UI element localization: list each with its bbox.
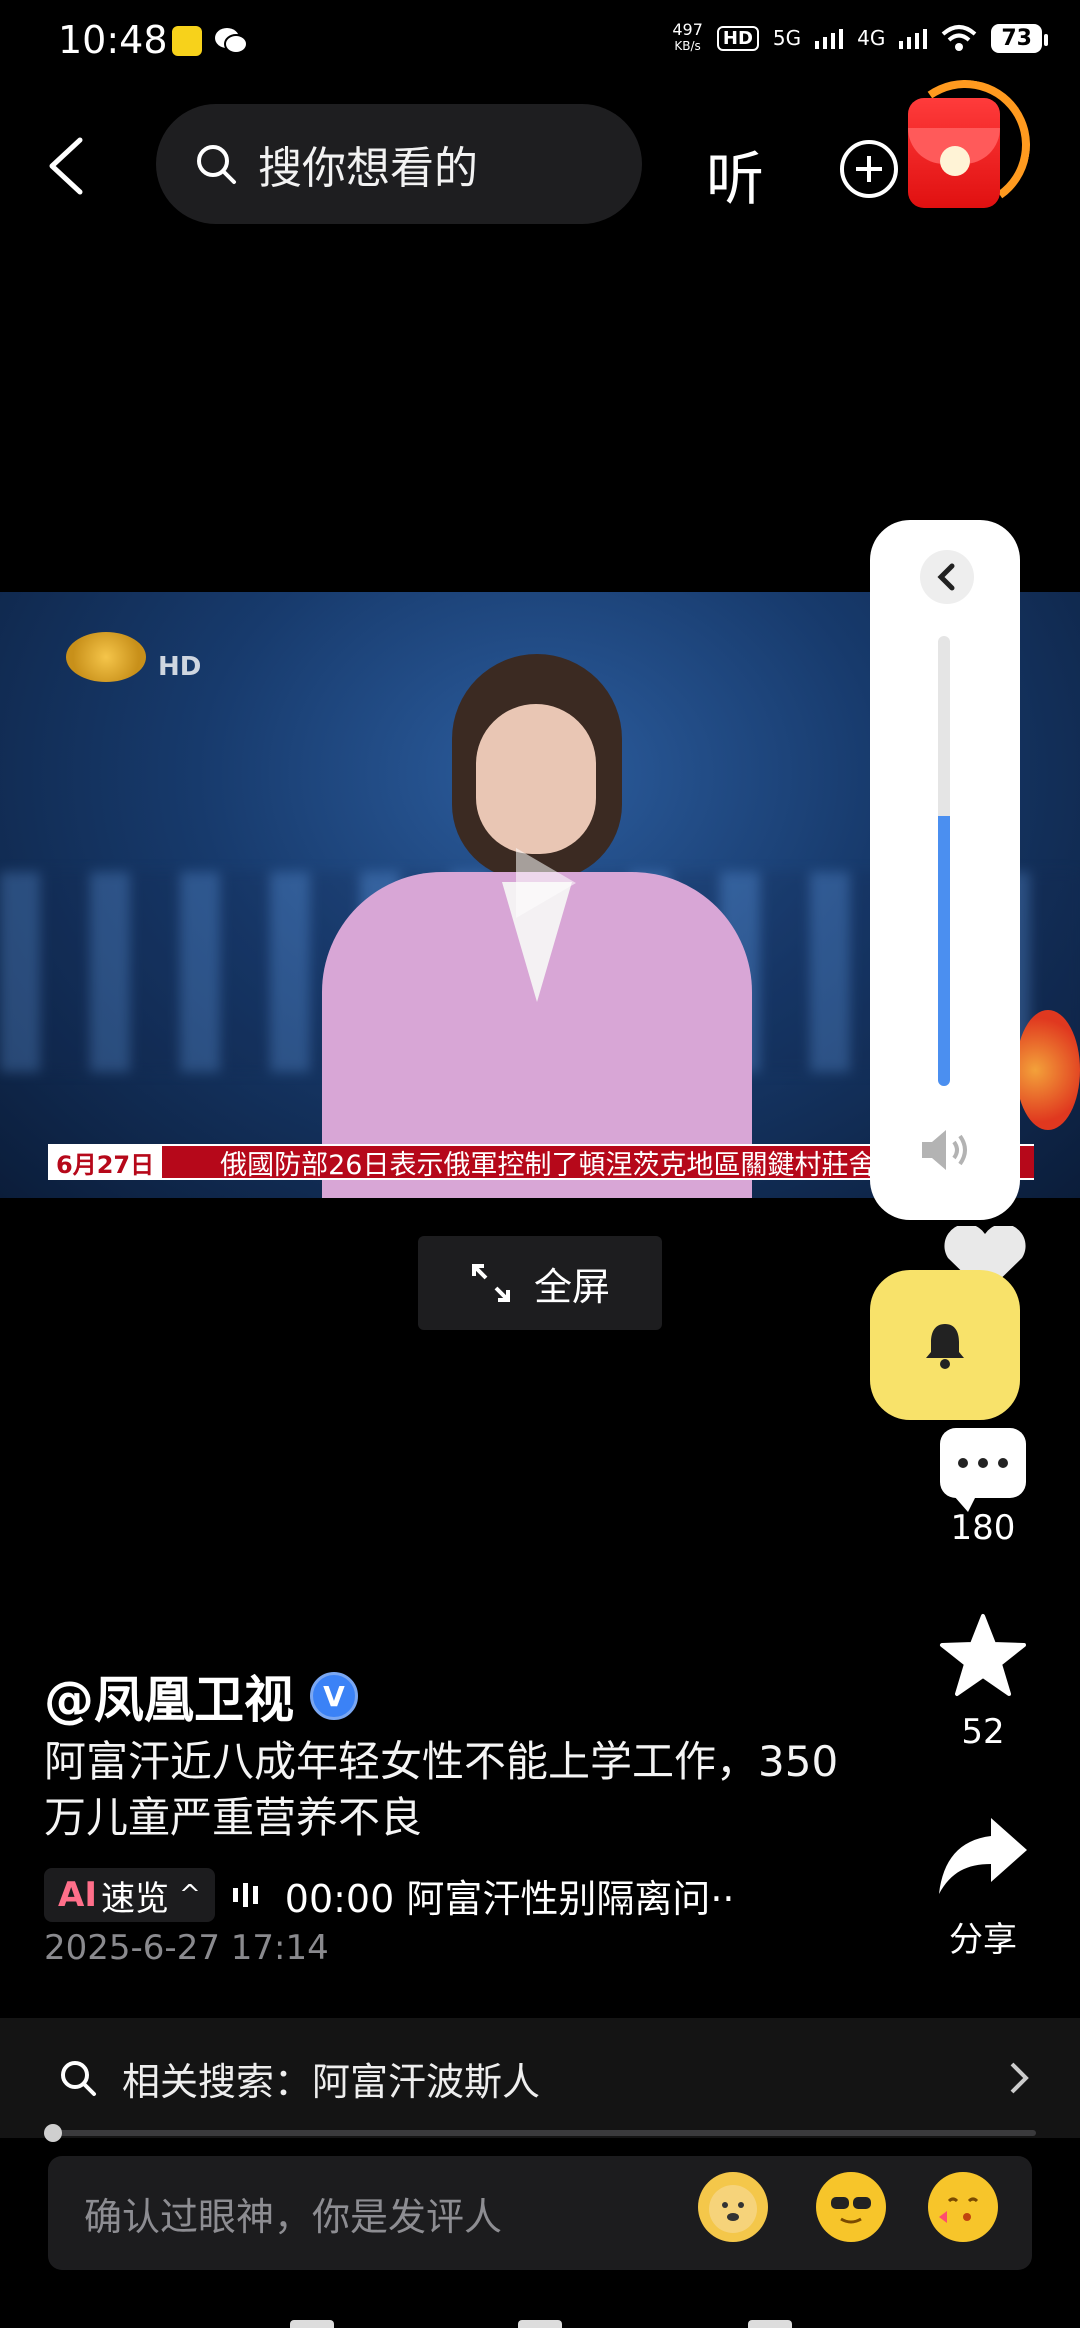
app-notification-icon — [172, 26, 202, 56]
signal-bars-icon — [815, 29, 844, 49]
play-icon[interactable] — [496, 838, 586, 928]
video-caption[interactable]: 阿富汗近八成年轻女性不能上学工作，350万儿童严重营养不良 — [44, 1734, 844, 1846]
volume-slider[interactable] — [938, 636, 950, 1086]
listen-button[interactable]: 听 — [706, 132, 764, 216]
comment-input[interactable]: 确认过眼神，你是发评人 — [48, 2156, 1032, 2270]
ticker-date: 6月27日 — [48, 1146, 163, 1179]
share-arrow-icon — [939, 1818, 1027, 1894]
volume-panel[interactable] — [870, 520, 1020, 1220]
wechat-icon — [215, 28, 248, 54]
comment-icon — [940, 1428, 1026, 1512]
search-icon — [197, 145, 236, 184]
battery-indicator: 73 — [991, 23, 1048, 53]
fullscreen-label: 全屏 — [533, 1264, 610, 1309]
signal-bars-icon — [899, 29, 928, 49]
anchor-face — [476, 704, 596, 854]
signal-5g-label: 5G — [772, 26, 802, 50]
favorite-button[interactable]: 52 — [918, 1612, 1048, 1752]
doge-emoji-button[interactable] — [698, 2172, 768, 2242]
favorite-count: 52 — [961, 1712, 1005, 1752]
video-progress-bar[interactable] — [44, 2124, 1036, 2142]
red-packet-coin — [940, 146, 970, 176]
doge-emoji-icon — [709, 2185, 757, 2233]
volume-level — [938, 816, 950, 1086]
bell-icon — [926, 1324, 964, 1369]
kiss-emoji-icon — [937, 2181, 989, 2233]
status-right: 497 KB/s HD 5G 4G 73 — [672, 22, 1048, 54]
back-button[interactable] — [44, 136, 88, 196]
net-speed: 497 KB/s — [672, 22, 703, 54]
add-button[interactable] — [840, 140, 898, 198]
search-placeholder: 搜你想看的 — [258, 143, 478, 194]
author-handle[interactable]: @凤凰卫视 — [44, 1660, 294, 1732]
expand-icon — [471, 1264, 510, 1302]
comment-button[interactable]: 180 — [918, 1428, 1048, 1548]
cool-emoji-icon — [825, 2181, 877, 2233]
phoenix-logo — [66, 632, 146, 682]
speaker-icon[interactable] — [918, 1126, 972, 1174]
ai-mark: AI — [58, 1875, 97, 1915]
search-box[interactable]: 搜你想看的 — [156, 104, 642, 224]
search-icon — [61, 2061, 96, 2096]
side-promo-badge[interactable] — [1016, 1010, 1080, 1130]
signal-4g-label: 4G — [857, 26, 886, 50]
chevron-left-icon — [937, 563, 955, 591]
comment-count: 180 — [950, 1508, 1016, 1548]
chevron-up-icon: ^ — [178, 1880, 201, 1910]
progress-handle[interactable] — [44, 2124, 62, 2142]
author-name[interactable]: @凤凰卫视 V — [44, 1660, 358, 1732]
notification-icons — [172, 26, 248, 56]
cool-emoji-button[interactable] — [816, 2172, 886, 2242]
status-bar: 10:48 497 KB/s HD 5G 4G 73 — [0, 0, 1080, 84]
ai-summary-row: AI 速览 ^ 00:00 阿富汗性别隔离问·· — [44, 1868, 735, 1922]
share-button[interactable]: 分享 — [918, 1812, 1048, 1961]
ai-summary-text[interactable]: 00:00 阿富汗性别隔离问·· — [285, 1868, 735, 1923]
comment-placeholder: 确认过眼神，你是发评人 — [84, 2194, 503, 2239]
star-icon — [940, 1614, 1026, 1696]
net-speed-unit: KB/s — [674, 39, 701, 53]
system-nav-bar — [0, 2288, 1080, 2328]
ticker-text: 俄國防部26日表示俄軍控制了頓涅茨克地區關鍵村莊舍 — [220, 1149, 876, 1181]
share-label: 分享 — [949, 1920, 1017, 1960]
volume-collapse-button[interactable] — [920, 550, 974, 604]
fullscreen-button[interactable]: 全屏 — [418, 1236, 662, 1330]
video-hd-label: HD — [158, 652, 202, 682]
red-packet-button[interactable] — [908, 98, 1000, 208]
post-date: 2025-6-27 17:14 — [44, 1928, 329, 1968]
wifi-icon — [942, 25, 977, 51]
verified-badge: V — [310, 1672, 358, 1720]
notification-bell-button[interactable] — [870, 1270, 1020, 1420]
hd-voice-badge: HD — [716, 25, 759, 51]
net-speed-value: 497 — [672, 20, 703, 39]
audio-wave-icon — [232, 1881, 267, 1909]
ai-overview-label: 速览 — [100, 1878, 169, 1919]
chevron-right-icon — [1010, 2062, 1029, 2094]
kiss-emoji-button[interactable] — [928, 2172, 998, 2242]
related-search-bar[interactable]: 相关搜索：阿富汗波斯人 — [0, 2018, 1080, 2138]
ai-overview-chip[interactable]: AI 速览 ^ — [44, 1868, 215, 1922]
status-time: 10:48 — [58, 18, 168, 62]
related-search-text: 相关搜索：阿富汗波斯人 — [122, 2059, 541, 2104]
